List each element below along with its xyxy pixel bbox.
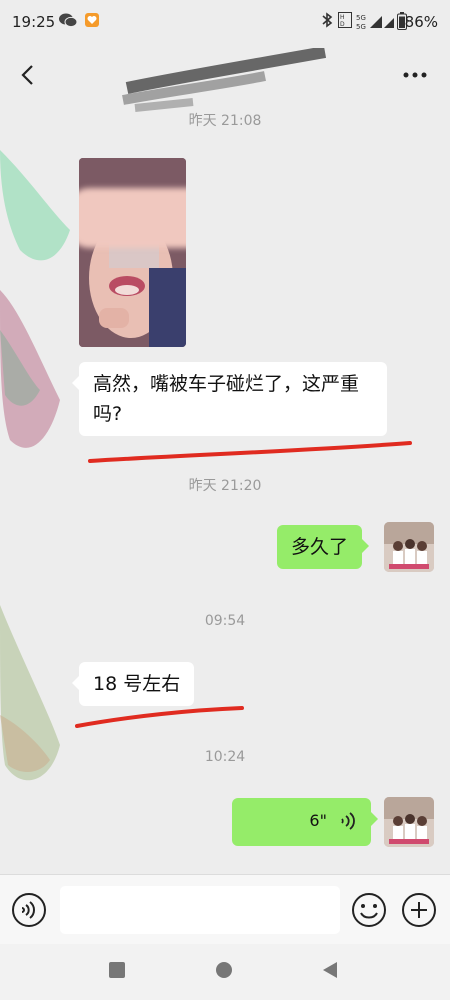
back-triangle-icon[interactable] bbox=[321, 961, 339, 979]
my-avatar[interactable] bbox=[384, 797, 434, 847]
message-bubble-sent[interactable]: 多久了 bbox=[277, 525, 370, 569]
system-nav-bar bbox=[0, 944, 450, 1000]
voice-message-bubble[interactable]: 6" bbox=[232, 798, 378, 846]
svg-text:D: D bbox=[340, 21, 345, 28]
input-bar bbox=[0, 874, 450, 945]
message-timestamp: 昨天 21:08 bbox=[188, 113, 262, 129]
signal-5g-icon: 5G5G bbox=[356, 14, 394, 30]
redacted-chat-title bbox=[122, 48, 327, 112]
svg-text:5G: 5G bbox=[356, 14, 366, 22]
red-underline-annotation bbox=[75, 706, 244, 728]
voice-toggle-icon[interactable] bbox=[11, 892, 47, 928]
message-bubble-received[interactable]: 高然，嘴被车子碰烂了，这严重吗? bbox=[72, 362, 387, 436]
chat-header bbox=[0, 46, 450, 112]
plus-icon[interactable] bbox=[401, 892, 437, 928]
status-bar: 19:25 HD 5G 5G 86% bbox=[0, 0, 450, 46]
message-bubble-received[interactable]: 18 号左右 bbox=[71, 662, 195, 706]
bluetooth-icon bbox=[322, 12, 333, 28]
message-input[interactable] bbox=[60, 886, 340, 934]
sender-avatar-redacted bbox=[0, 150, 70, 448]
wechat-icon bbox=[59, 13, 78, 28]
battery-percent: 86% bbox=[404, 13, 438, 31]
message-timestamp: 昨天 21:20 bbox=[188, 478, 262, 494]
svg-text:5G: 5G bbox=[356, 23, 366, 30]
heart-app-icon bbox=[85, 13, 99, 27]
red-underline-annotation bbox=[88, 441, 412, 463]
emoji-icon[interactable] bbox=[351, 892, 387, 928]
voice-duration: 6" bbox=[309, 811, 327, 830]
home-circle-icon[interactable] bbox=[215, 961, 233, 979]
back-arrow-icon[interactable] bbox=[14, 58, 44, 92]
voice-wave-icon bbox=[341, 811, 355, 830]
message-timestamp: 10:24 bbox=[204, 749, 246, 765]
more-dots-icon[interactable] bbox=[398, 60, 432, 90]
my-avatar[interactable] bbox=[384, 522, 434, 572]
face-redaction-blur bbox=[79, 188, 186, 248]
received-image-message[interactable] bbox=[79, 158, 186, 347]
hd-icon: HD bbox=[338, 12, 352, 28]
recents-square-icon[interactable] bbox=[108, 961, 126, 979]
sender-avatar-redacted bbox=[0, 605, 60, 781]
svg-text:H: H bbox=[340, 14, 345, 21]
status-time: 19:25 bbox=[12, 13, 56, 31]
